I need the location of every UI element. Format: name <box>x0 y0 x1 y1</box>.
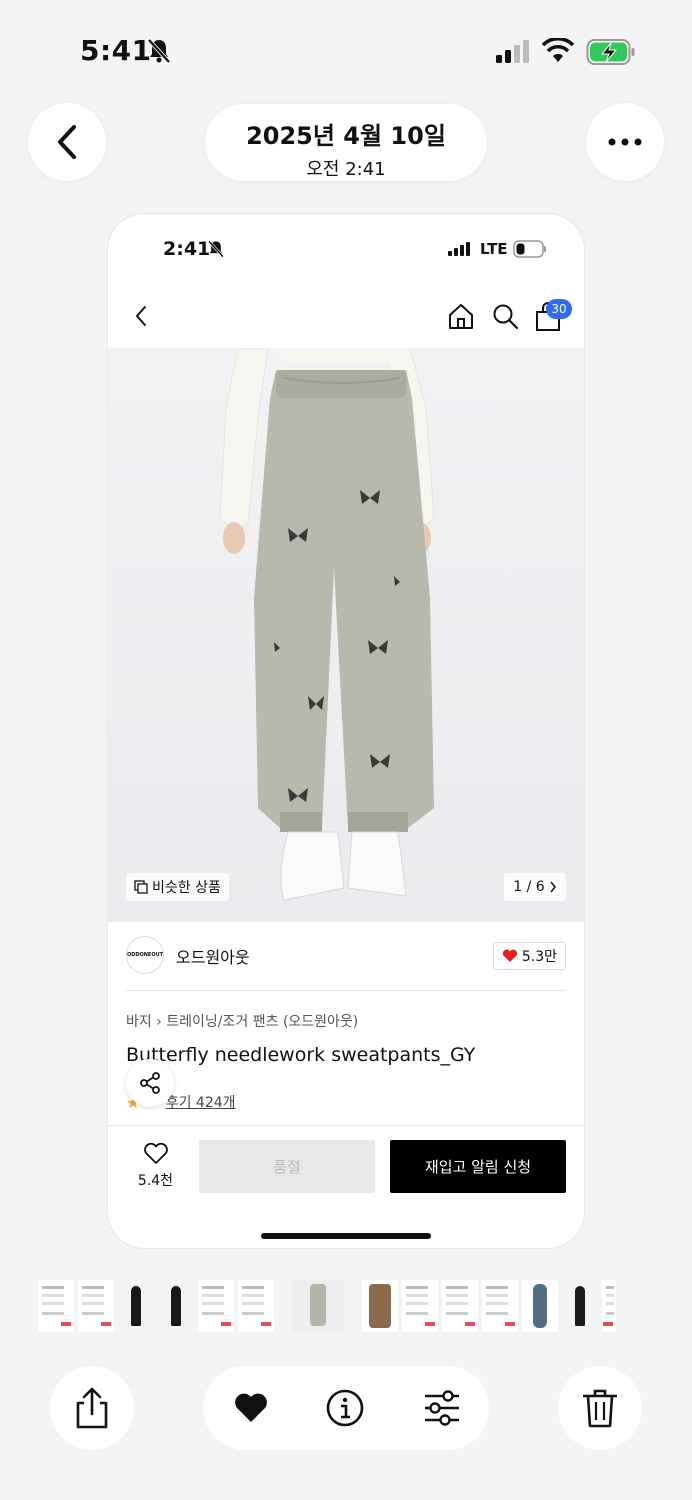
app-back-icon[interactable] <box>130 302 152 330</box>
brand-name[interactable]: 오드원아웃 <box>176 944 250 968</box>
share-button[interactable] <box>126 1059 174 1107</box>
thumbnail[interactable] <box>562 1280 598 1332</box>
battery-charging-icon <box>586 39 635 65</box>
inner-signal-icon <box>448 242 470 256</box>
cart-count-badge: 30 <box>546 299 572 319</box>
chevron-right-icon <box>550 881 556 893</box>
brand-logo[interactable]: ODDONEOUT <box>126 936 164 974</box>
thumbnail-current[interactable] <box>292 1280 344 1332</box>
delete-button[interactable] <box>558 1366 642 1450</box>
thumbnail[interactable] <box>362 1280 398 1332</box>
screenshot-preview: 2:41 LTE 30 비슷한 상품 1 / 6 ODDONEOUT 오드원아웃… <box>108 214 584 1248</box>
inner-bell-slash-icon <box>208 240 224 258</box>
wish-count: 5.4천 <box>137 1173 174 1189</box>
brand-like-button[interactable]: 5.3만 <box>492 942 566 970</box>
thumbnail[interactable] <box>198 1280 234 1332</box>
thumbnail[interactable] <box>402 1280 438 1332</box>
thumbnail[interactable] <box>522 1280 558 1332</box>
copy-icon <box>134 880 148 894</box>
share-icon <box>76 1387 108 1429</box>
image-counter-text: 1 / 6 <box>513 879 545 895</box>
sweatpants-illustration <box>219 348 435 901</box>
review-link[interactable]: 후기 424개 <box>166 1092 236 1112</box>
thumbnail[interactable] <box>78 1280 114 1332</box>
thumbnail-strip[interactable] <box>38 1280 654 1332</box>
thumbnail[interactable] <box>602 1280 616 1332</box>
wish-button[interactable]: 5.4천 <box>128 1142 183 1190</box>
wifi-icon <box>542 38 574 62</box>
share-photo-button[interactable] <box>50 1366 134 1450</box>
photo-actions <box>203 1366 489 1450</box>
cellular-signal-icon <box>496 40 529 63</box>
thumbnail[interactable] <box>482 1280 518 1332</box>
breadcrumb: 바지 › 트레이닝/조거 팬츠 (오드원아웃) <box>126 1011 358 1031</box>
photo-time: 오전 2:41 <box>306 159 386 180</box>
home-indicator <box>261 1233 431 1239</box>
bell-slash-icon <box>147 38 171 64</box>
info-button[interactable] <box>326 1389 364 1427</box>
breadcrumb-category[interactable]: 바지 <box>126 1014 152 1030</box>
similar-products-label: 비슷한 상품 <box>152 880 221 896</box>
adjust-button[interactable] <box>423 1390 461 1426</box>
thumbnail[interactable] <box>442 1280 478 1332</box>
status-bar: 5:41 <box>0 0 692 100</box>
home-icon[interactable] <box>447 302 475 330</box>
divider <box>126 990 566 991</box>
brand-like-count: 5.3만 <box>521 949 557 965</box>
heart-outline-icon <box>143 1142 168 1164</box>
status-time: 5:41 <box>80 34 152 67</box>
breadcrumb-separator-icon: › <box>156 1014 167 1030</box>
date-info[interactable]: 2025년 4월 10일 오전 2:41 <box>205 104 487 181</box>
search-icon[interactable] <box>491 302 519 330</box>
thumbnail[interactable] <box>118 1280 154 1332</box>
heart-icon <box>502 949 517 962</box>
more-button[interactable] <box>586 103 664 181</box>
chevron-left-icon <box>58 125 76 159</box>
share-nodes-icon <box>140 1072 160 1094</box>
bottom-divider <box>108 1125 584 1126</box>
product-image[interactable]: 비슷한 상품 1 / 6 <box>108 348 584 922</box>
photo-date: 2025년 4월 10일 <box>246 122 446 150</box>
inner-status-time: 2:41 <box>163 238 211 260</box>
thumbnail[interactable] <box>38 1280 74 1332</box>
product-title: Butterfly needlework sweatpants_GY <box>126 1044 476 1066</box>
sold-out-button[interactable]: 품절 <box>199 1140 375 1193</box>
favorite-button[interactable] <box>233 1390 269 1426</box>
ellipsis-icon <box>608 138 642 146</box>
thumbnail[interactable] <box>238 1280 274 1332</box>
inner-battery-icon <box>513 240 546 258</box>
trash-icon <box>583 1389 617 1428</box>
similar-products-button[interactable]: 비슷한 상품 <box>126 873 229 901</box>
inner-network-label: LTE <box>480 240 508 258</box>
back-button[interactable] <box>28 103 106 181</box>
breadcrumb-subcategory[interactable]: 트레이닝/조거 팬츠 (오드원아웃) <box>166 1014 358 1030</box>
brand-row: ODDONEOUT 오드원아웃 5.3만 <box>126 936 566 992</box>
image-counter[interactable]: 1 / 6 <box>504 873 566 901</box>
restock-alert-button[interactable]: 재입고 알림 신청 <box>390 1140 566 1193</box>
thumbnail[interactable] <box>158 1280 194 1332</box>
